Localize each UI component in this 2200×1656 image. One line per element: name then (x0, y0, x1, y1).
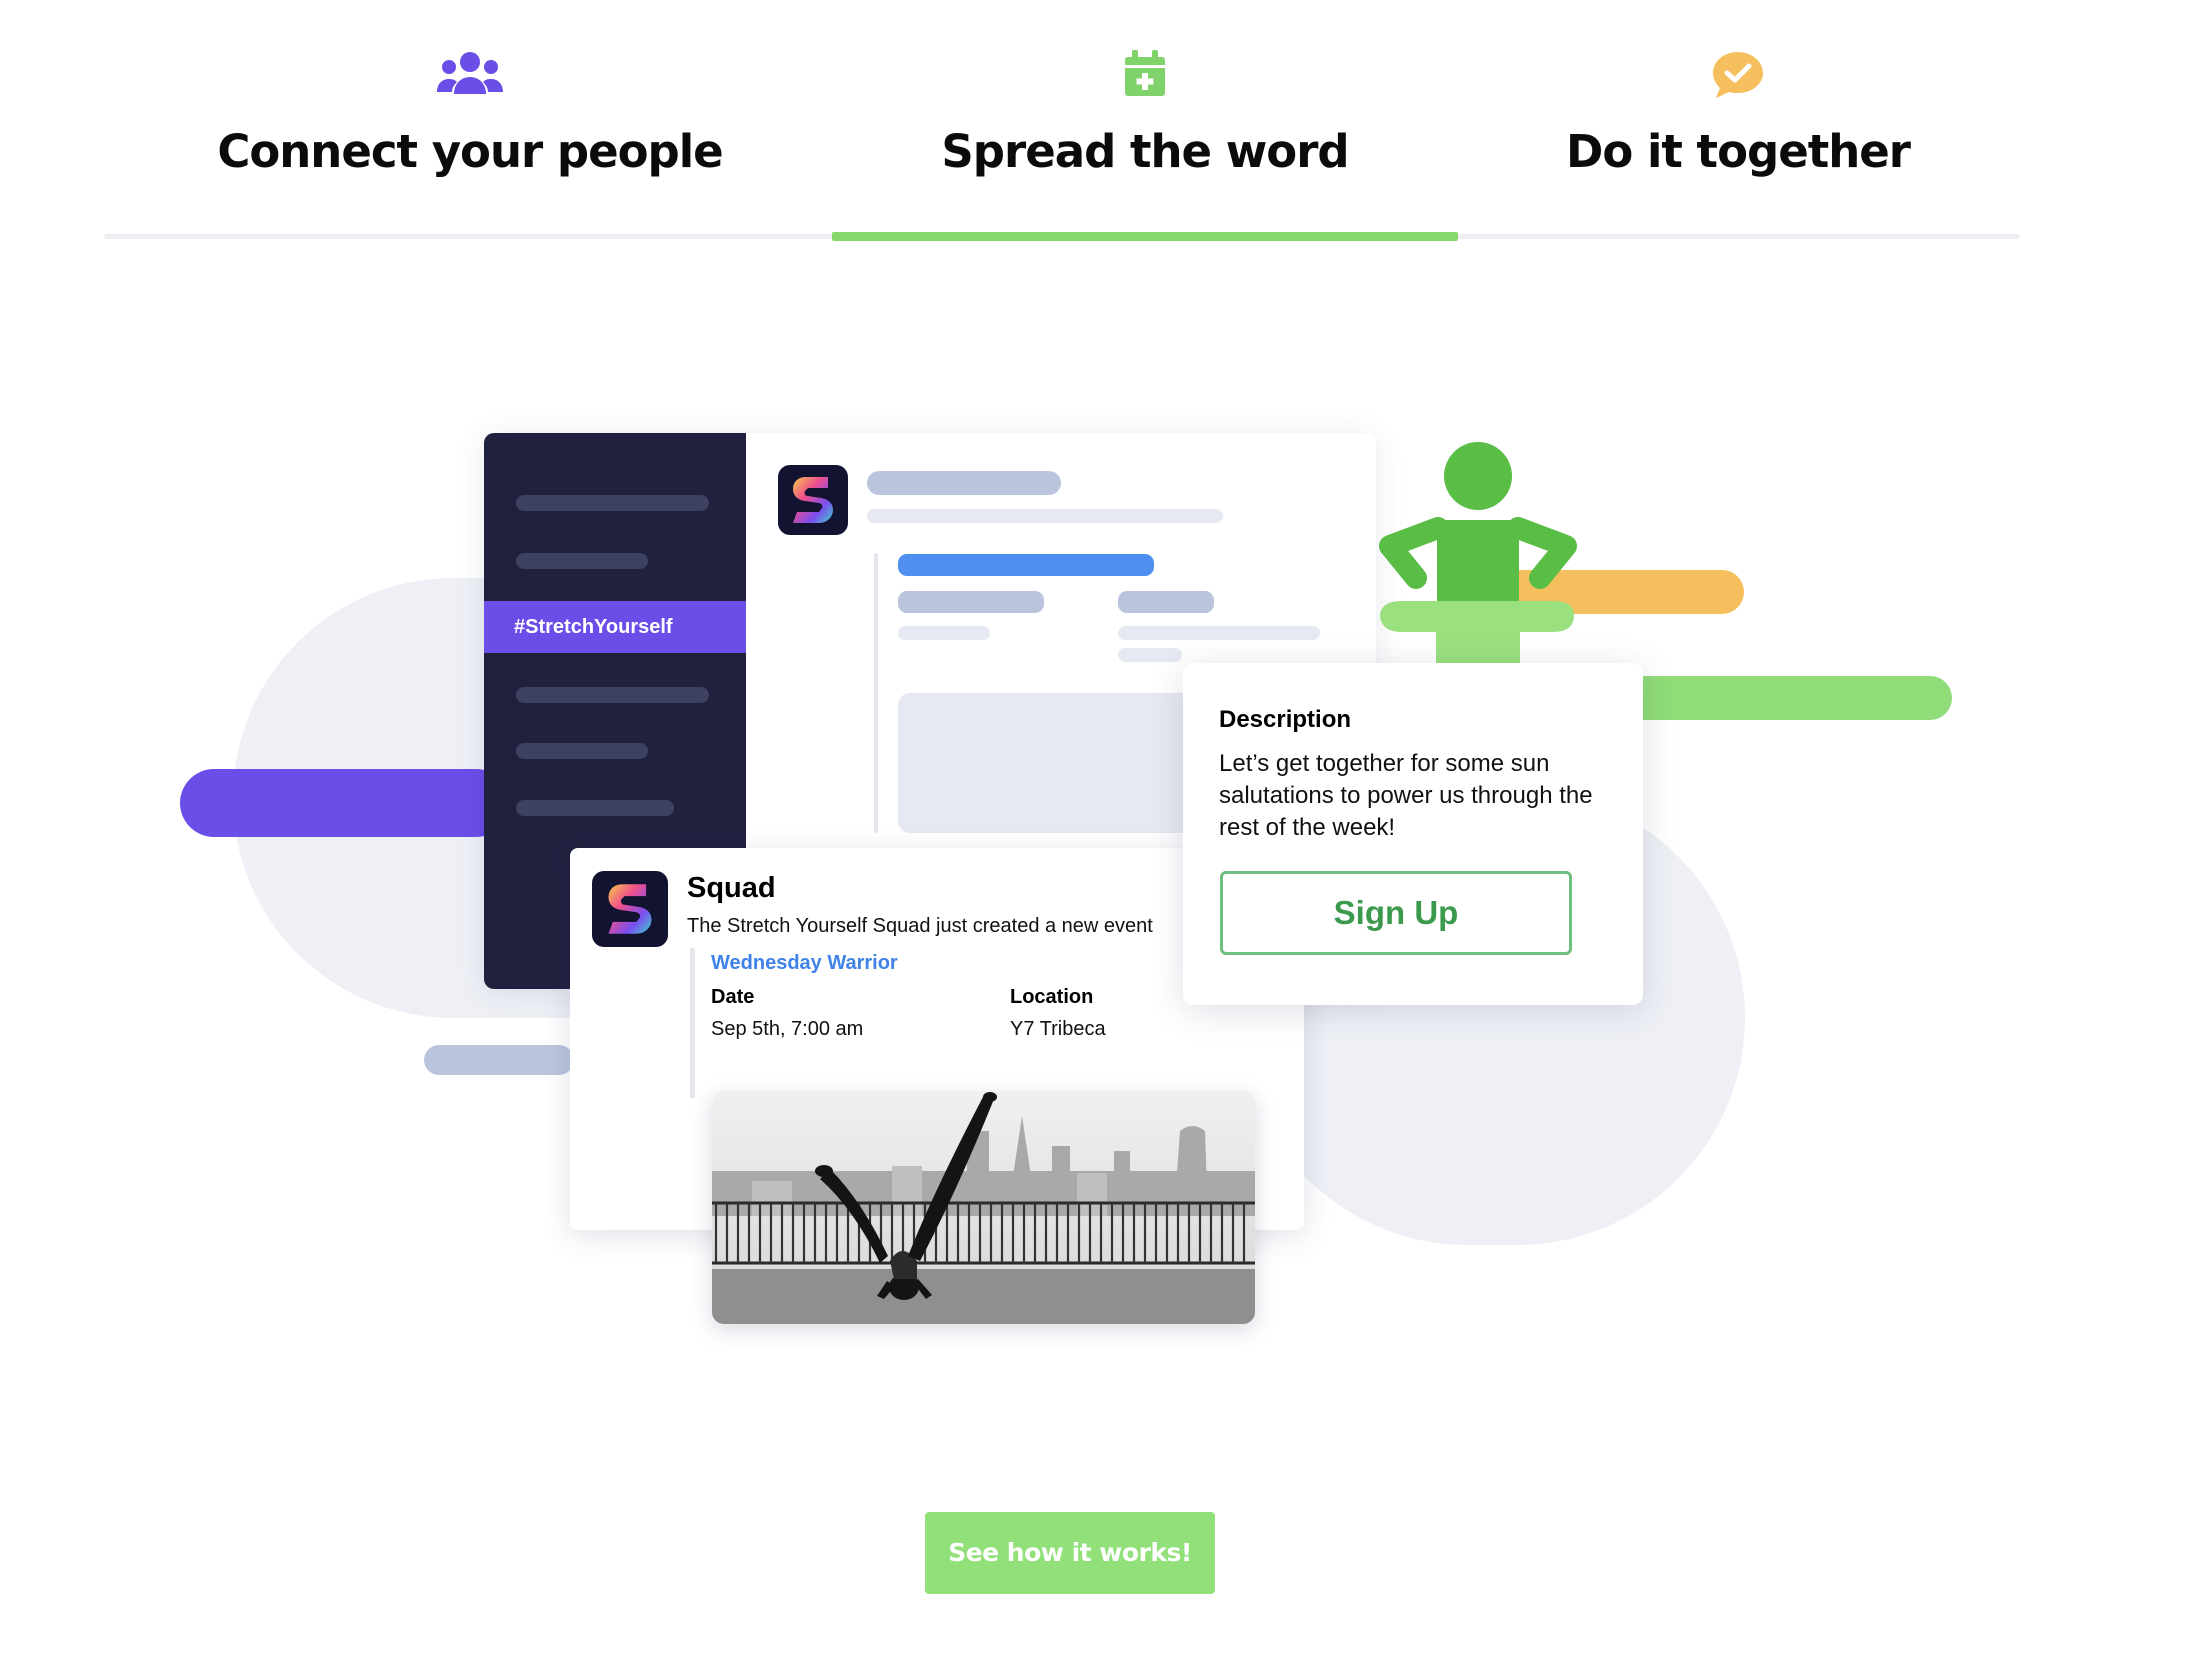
app-logo (592, 871, 668, 947)
event-title-link: Wednesday Warrior (711, 952, 898, 974)
placeholder-line (516, 743, 648, 759)
placeholder-line (516, 495, 709, 511)
chat-check-icon (1711, 50, 1765, 105)
active-tab-indicator (832, 232, 1458, 241)
placeholder-line (898, 554, 1154, 576)
date-label: Date (711, 986, 755, 1008)
popup-title: Description (1219, 706, 1352, 733)
placeholder-line (867, 471, 1061, 495)
popup-description: Let’s get together for some sun salutati… (1219, 750, 1593, 841)
location-value: Y7 Tribeca (1010, 1018, 1106, 1040)
description-popup: Description Let’s get together for some … (1183, 663, 1643, 1005)
placeholder-line (898, 591, 1044, 613)
thread-divider (690, 948, 695, 1098)
see-how-it-works-button[interactable]: See how it works! (925, 1512, 1215, 1594)
location-label: Location (1010, 986, 1094, 1008)
sign-up-button[interactable]: Sign Up (1220, 871, 1572, 955)
tab-label: Connect your people (217, 125, 723, 178)
yoga-photo (712, 1091, 1255, 1324)
placeholder-line (1118, 648, 1182, 662)
calendar-add-icon (1123, 50, 1167, 103)
date-value: Sep 5th, 7:00 am (711, 1018, 864, 1040)
placeholder-image (898, 693, 1198, 833)
app-name: Squad (687, 872, 776, 904)
tab-connect-your-people[interactable]: Connect your people (120, 40, 820, 200)
placeholder-line (867, 509, 1223, 523)
placeholder-line (516, 553, 648, 569)
tab-do-it-together[interactable]: Do it together (1388, 40, 2088, 200)
app-logo (778, 465, 848, 535)
channel-item: #StretchYourself (484, 601, 746, 653)
placeholder-line (516, 800, 674, 816)
people-icon (436, 50, 504, 103)
placeholder-line (1118, 626, 1320, 640)
placeholder-line (516, 687, 709, 703)
placeholder-line (898, 626, 990, 640)
meditating-person-illustration (1379, 442, 1577, 664)
decorative-bar (180, 769, 510, 837)
placeholder-line (1118, 591, 1214, 613)
notification-message: The Stretch Yourself Squad just created … (687, 915, 1153, 937)
thread-divider (874, 553, 878, 833)
decorative-bar (424, 1045, 574, 1075)
tab-label: Do it together (1566, 125, 1911, 178)
